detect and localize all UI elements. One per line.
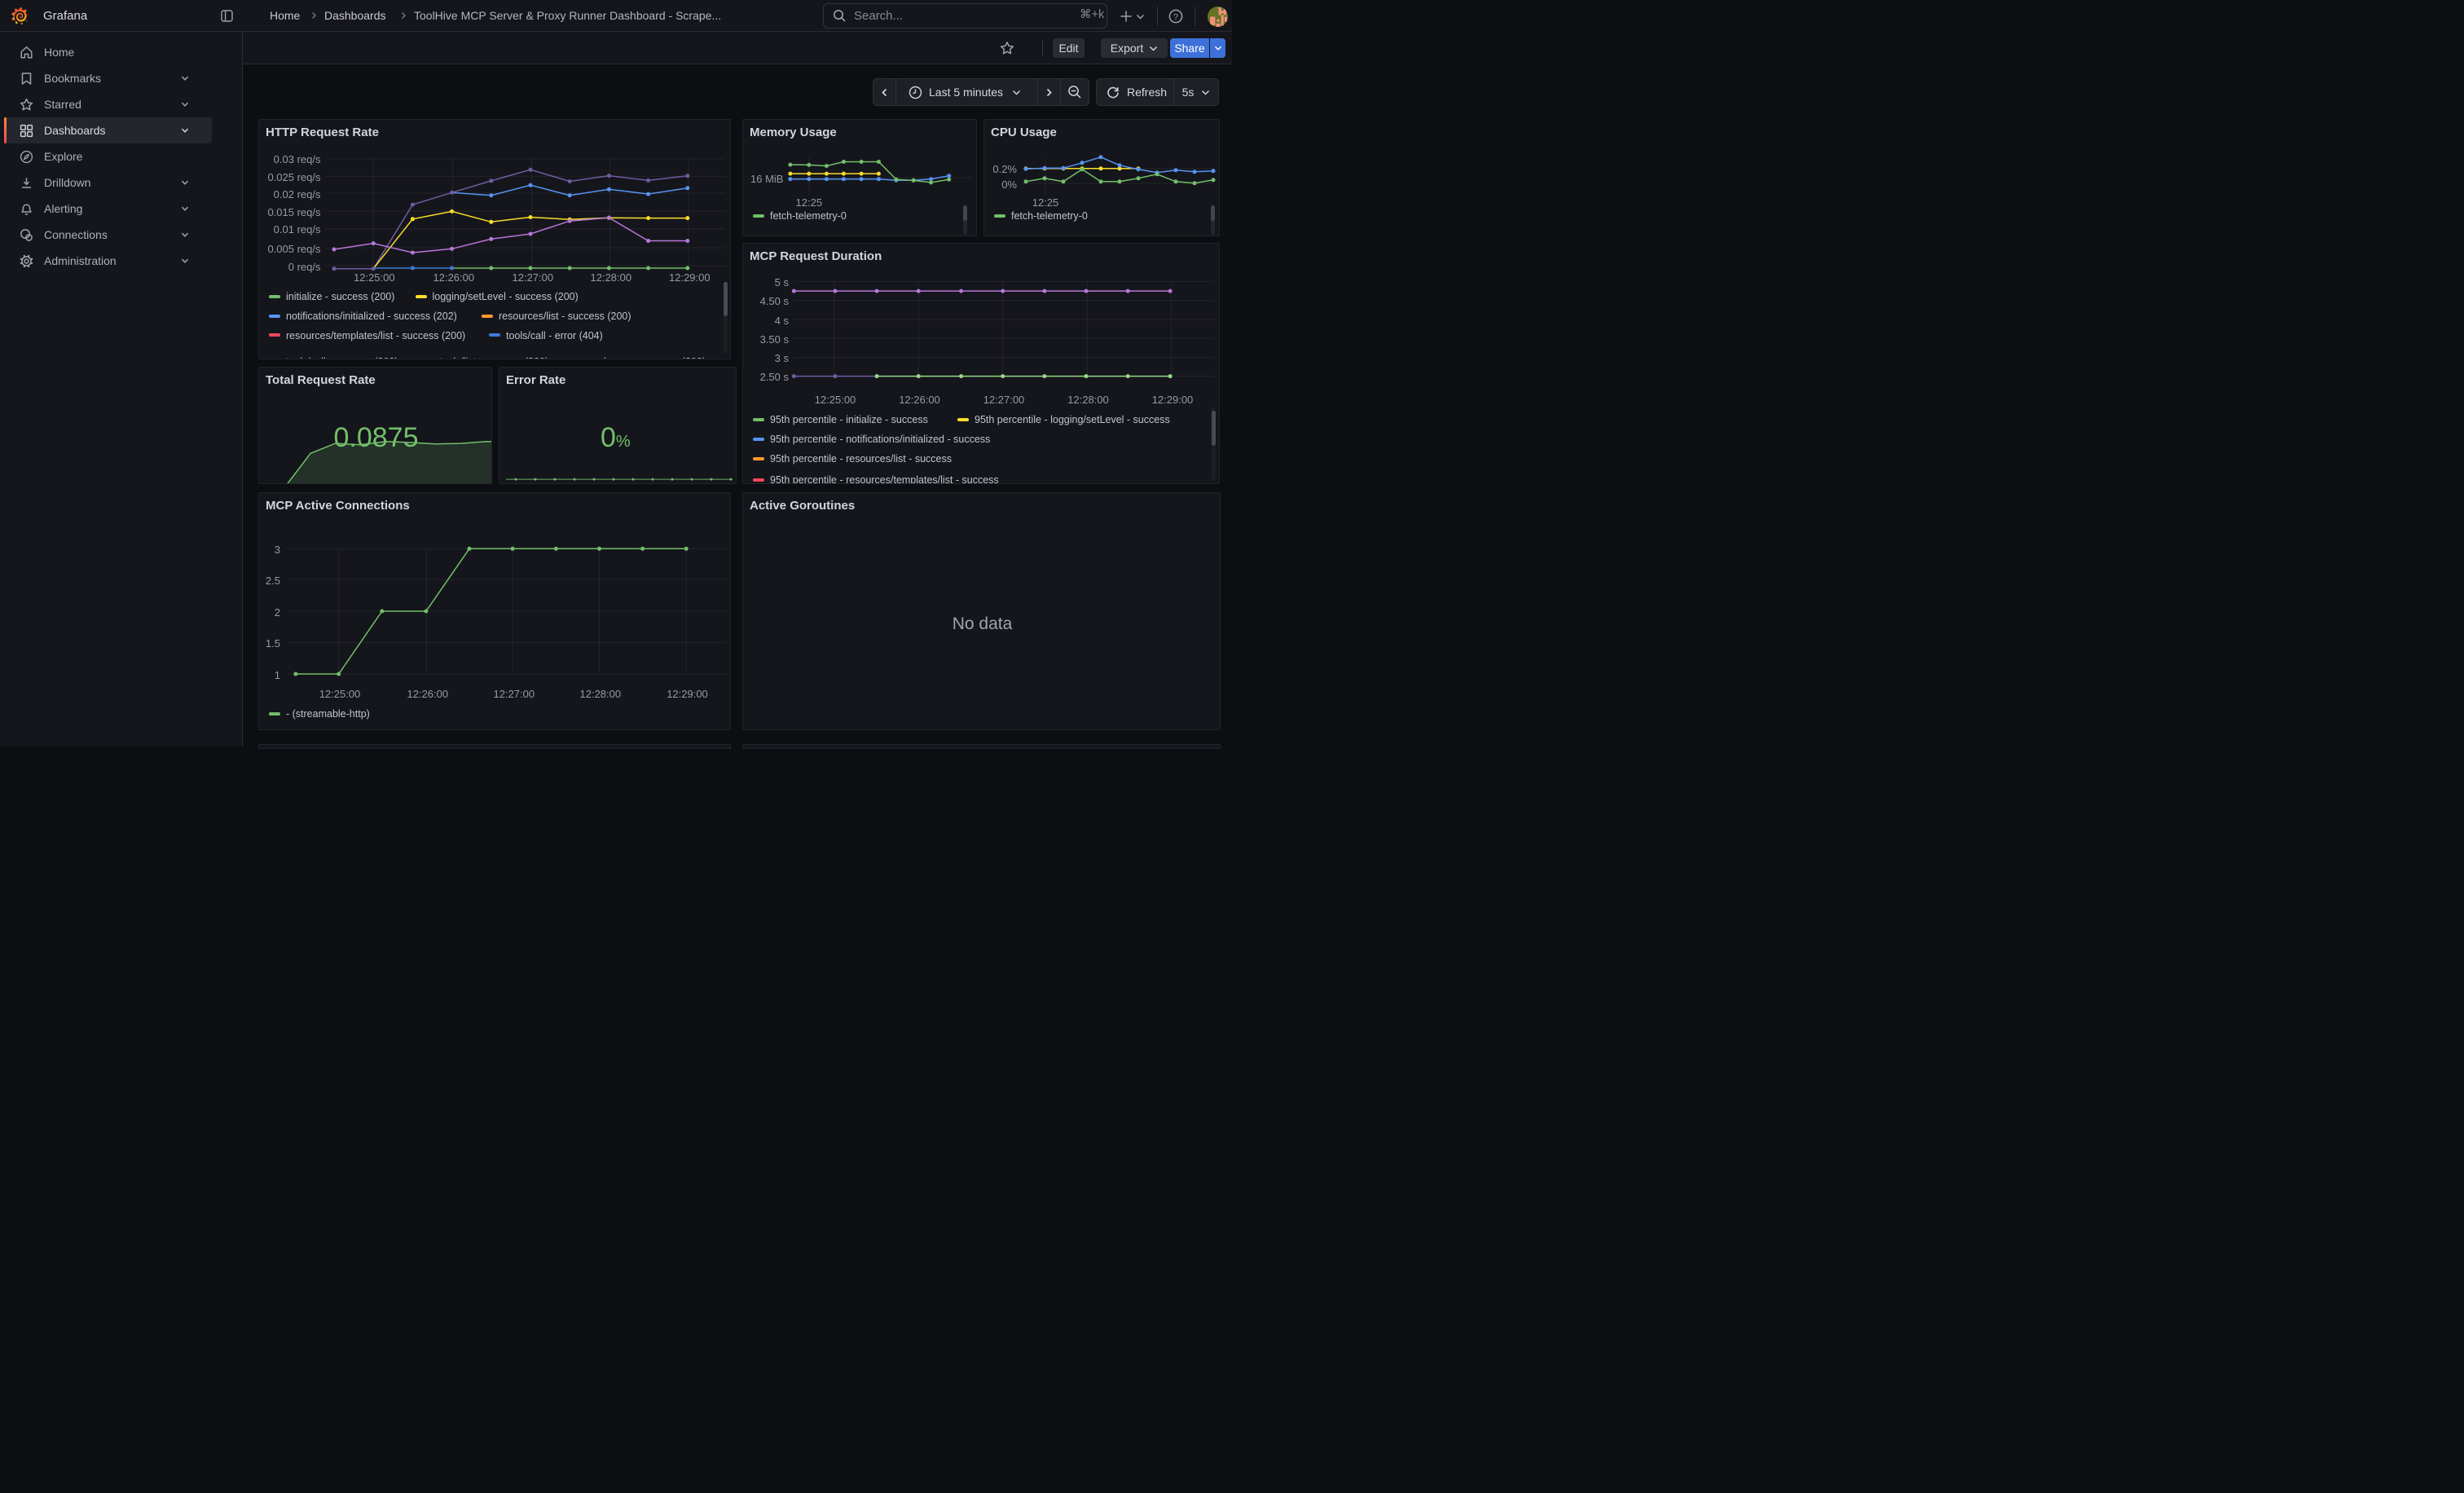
svg-text:?: ? (1173, 12, 1178, 22)
